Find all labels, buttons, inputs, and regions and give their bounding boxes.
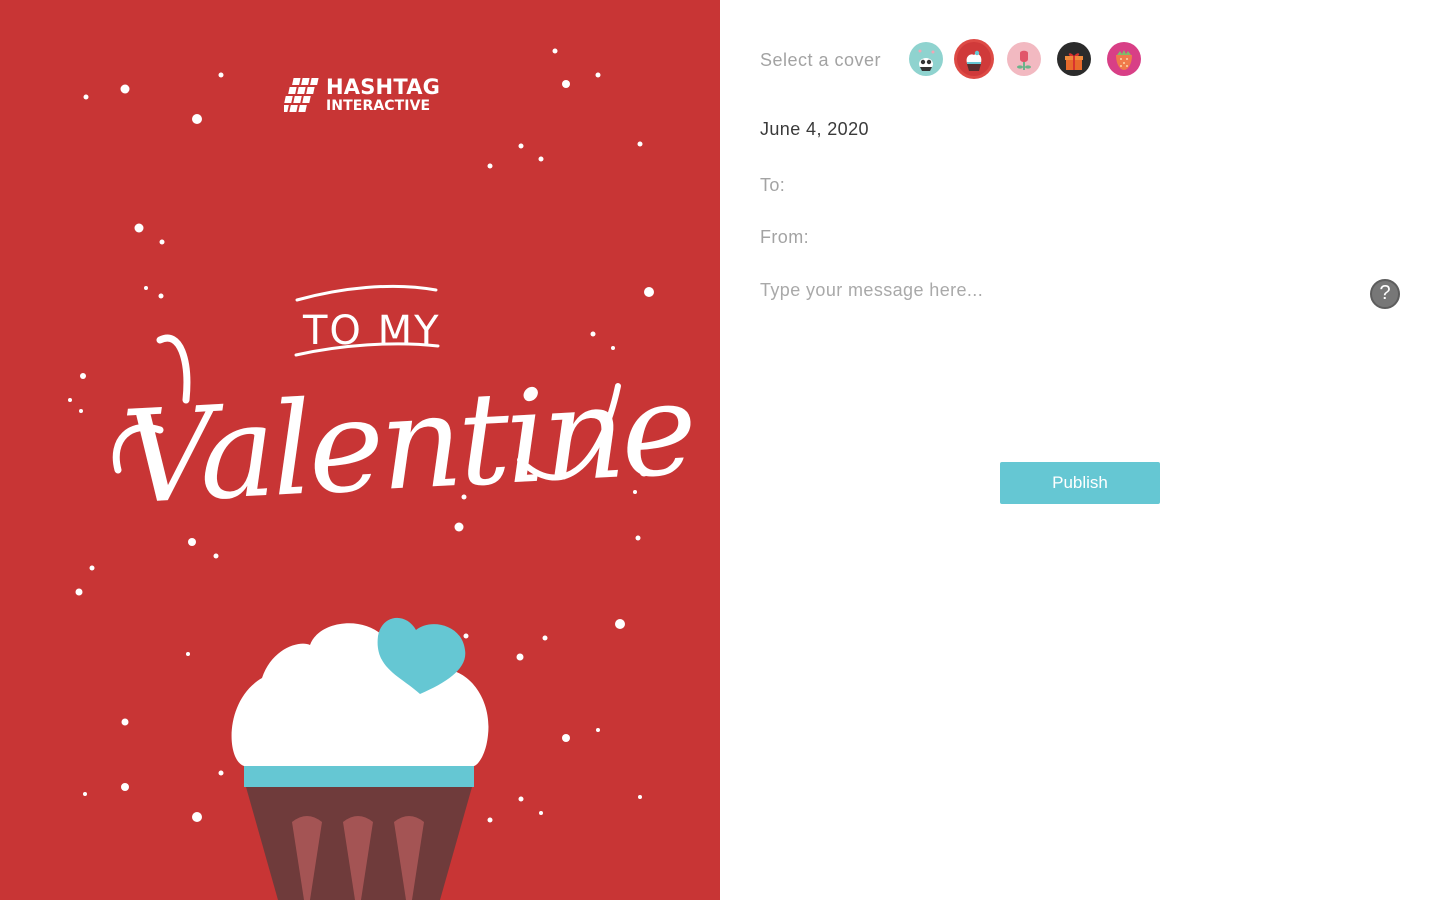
card-illustration: TO MY Valentine	[68, 48, 697, 900]
cupcake-illustration	[231, 617, 489, 900]
svg-text:Valentine: Valentine	[119, 355, 697, 534]
publish-button[interactable]: Publish	[1000, 462, 1160, 504]
greeting-lettering: TO MY Valentine	[112, 284, 697, 534]
svg-text:TO MY: TO MY	[302, 308, 441, 354]
gift-cover-icon[interactable]	[1057, 42, 1091, 76]
strawberry-cover-icon[interactable]	[1107, 42, 1141, 76]
logo-line-2: INTERACTIVE	[326, 98, 431, 114]
hashtag-logo-icon	[284, 78, 319, 112]
cupcake-cover-icon[interactable]	[957, 42, 991, 76]
select-cover-label: Select a cover	[760, 50, 882, 70]
card-form-panel: Select a cover June 4, 2020 To: From: Ty…	[720, 0, 1440, 900]
to-input[interactable]	[800, 174, 1100, 198]
logo-line-1: HASHTAG	[326, 75, 441, 99]
from-input[interactable]	[820, 226, 1120, 250]
owl-cover-icon[interactable]	[909, 42, 943, 76]
message-textarea[interactable]	[760, 280, 1360, 420]
card-date: June 4, 2020	[760, 119, 869, 139]
hashtag-interactive-logo: HASHTAG INTERACTIVE	[284, 74, 444, 120]
rose-cover-icon[interactable]	[1007, 42, 1041, 76]
to-label: To:	[760, 175, 786, 195]
from-label: From:	[760, 227, 809, 247]
help-icon[interactable]: ?	[1370, 279, 1400, 309]
card-preview: TO MY Valentine HASHTAG INTERACTIVE	[0, 0, 720, 900]
